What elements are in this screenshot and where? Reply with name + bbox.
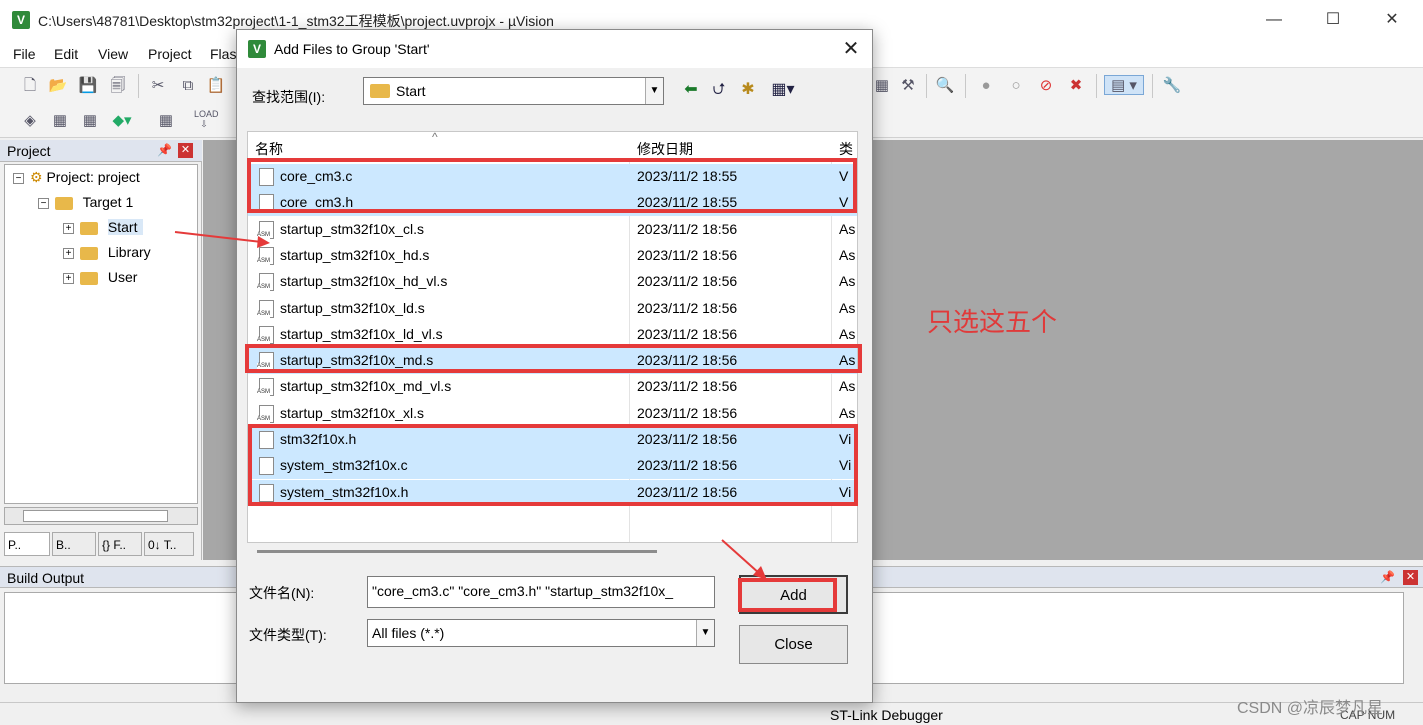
arrow-to-files bbox=[174, 231, 263, 243]
arrow-head-files bbox=[257, 236, 270, 248]
arrow-head-add bbox=[753, 566, 767, 580]
annotation-arrows bbox=[174, 231, 767, 580]
arrow-to-add bbox=[721, 539, 761, 575]
